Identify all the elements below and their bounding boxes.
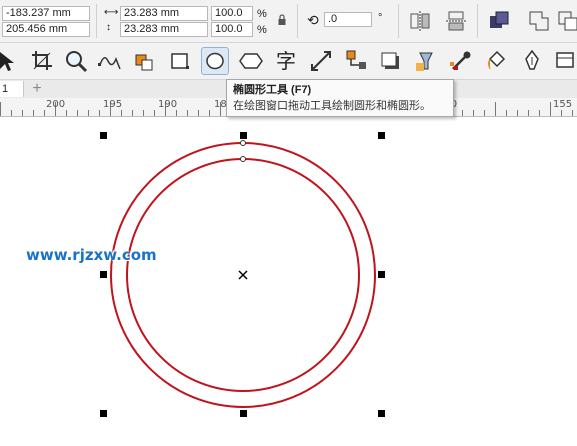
smart-fill-icon[interactable] bbox=[130, 47, 158, 75]
dimension-icon[interactable] bbox=[307, 47, 335, 75]
pick-tool-icon[interactable] bbox=[0, 47, 22, 75]
selection-handle-bottom[interactable] bbox=[240, 410, 247, 417]
toolbox: 字 bbox=[0, 43, 577, 80]
scale-y-field[interactable]: 100.0 bbox=[211, 22, 253, 37]
page-tab[interactable]: 1 bbox=[0, 81, 24, 97]
connector-icon[interactable] bbox=[342, 47, 370, 75]
ruler-tick-label: 18 bbox=[214, 99, 227, 110]
transparency-icon[interactable] bbox=[412, 47, 440, 75]
divider bbox=[477, 4, 478, 38]
selection-handle-bottom-right[interactable] bbox=[378, 410, 385, 417]
divider bbox=[398, 4, 399, 38]
divider bbox=[96, 4, 97, 38]
ruler-tick-label: 200 bbox=[46, 99, 66, 110]
node-handle[interactable] bbox=[240, 140, 246, 146]
trim-icon[interactable] bbox=[557, 9, 577, 33]
property-bar: -183.237 mm 205.456 mm ⟷ ↕ 23.283 mm 23.… bbox=[0, 0, 577, 43]
zoom-icon[interactable] bbox=[62, 47, 90, 75]
rotate-icon: ⟲ bbox=[307, 12, 319, 28]
crop-icon[interactable] bbox=[28, 47, 56, 75]
selection-handle-left[interactable] bbox=[100, 271, 107, 278]
eyedropper-icon[interactable] bbox=[447, 47, 475, 75]
fill-icon[interactable] bbox=[482, 47, 510, 75]
selection-handle-right[interactable] bbox=[378, 271, 385, 278]
tooltip-description: 在绘图窗口拖动工具绘制圆形和椭圆形。 bbox=[233, 100, 431, 112]
polygon-icon[interactable] bbox=[237, 47, 265, 75]
add-page-button[interactable]: + bbox=[28, 80, 46, 98]
freehand-icon[interactable] bbox=[96, 47, 124, 75]
text-icon[interactable]: 字 bbox=[272, 47, 300, 75]
canvas-drawing bbox=[110, 140, 376, 408]
watermark-text: www.rjzxw.com bbox=[26, 246, 157, 264]
percent-label: % bbox=[257, 24, 267, 36]
mirror-horizontal-icon[interactable] bbox=[408, 9, 432, 33]
ruler-tick-label: 155 bbox=[553, 99, 573, 110]
center-mark bbox=[238, 270, 248, 280]
drop-shadow-icon[interactable] bbox=[377, 47, 405, 75]
lock-ratio-icon[interactable] bbox=[277, 14, 287, 26]
y-position-field[interactable]: 205.456 mm bbox=[2, 22, 90, 37]
scale-x-field[interactable]: 100.0 bbox=[211, 6, 253, 21]
width-field[interactable]: 23.283 mm bbox=[120, 6, 208, 21]
percent-label: % bbox=[257, 8, 267, 20]
rotation-field[interactable]: .0 bbox=[324, 12, 372, 27]
height-field[interactable]: 23.283 mm bbox=[120, 22, 208, 37]
ruler-tick-label: 190 bbox=[158, 99, 178, 110]
selection-handle-bottom-left[interactable] bbox=[100, 410, 107, 417]
node-handle[interactable] bbox=[240, 156, 246, 162]
selection-handle-top-left[interactable] bbox=[100, 132, 107, 139]
degree-label: ° bbox=[378, 12, 383, 24]
selection-handle-top[interactable] bbox=[240, 132, 247, 139]
mirror-vertical-icon[interactable] bbox=[444, 9, 468, 33]
tooltip-title: 椭圆形工具 (F7) bbox=[233, 84, 312, 96]
x-position-field[interactable]: -183.237 mm bbox=[2, 6, 90, 21]
divider bbox=[297, 4, 298, 38]
height-icon: ↕ bbox=[106, 22, 111, 33]
selection-handle-top-right[interactable] bbox=[378, 132, 385, 139]
more-icon[interactable] bbox=[553, 47, 577, 75]
ellipse-tool-tooltip: 椭圆形工具 (F7) 在绘图窗口拖动工具绘制圆形和椭圆形。 bbox=[226, 79, 454, 117]
combine-icon[interactable] bbox=[487, 9, 511, 33]
rectangle-icon[interactable] bbox=[166, 47, 194, 75]
ruler-tick-label: 195 bbox=[103, 99, 123, 110]
width-icon: ⟷ bbox=[104, 7, 119, 18]
outline-pen-icon[interactable] bbox=[518, 47, 546, 75]
weld-icon[interactable] bbox=[527, 9, 551, 33]
drawing-canvas[interactable] bbox=[0, 117, 577, 446]
ellipse-icon[interactable] bbox=[201, 47, 229, 75]
